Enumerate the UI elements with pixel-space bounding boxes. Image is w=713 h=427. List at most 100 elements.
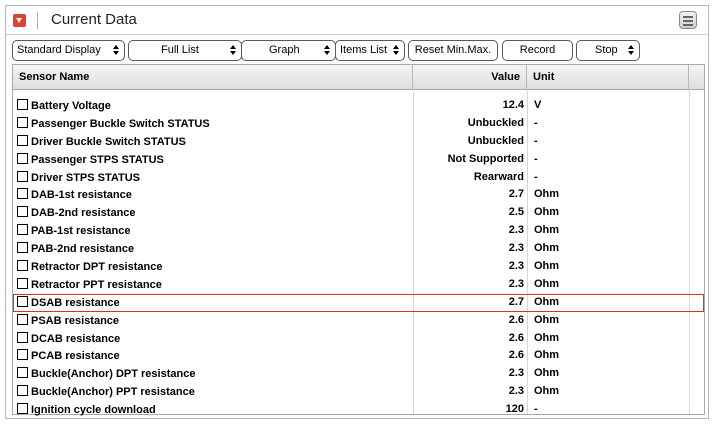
unit-cell: - — [534, 116, 538, 129]
sensor-name-cell: DCAB resistance — [17, 331, 121, 345]
row-checkbox[interactable] — [17, 349, 28, 361]
sensor-name-cell: Passenger Buckle Switch STATUS — [17, 116, 210, 130]
stop-label: Stop — [595, 44, 618, 56]
updown-arrow-icon — [113, 45, 119, 56]
titlebar: Current Data — [6, 6, 708, 35]
unit-cell: Ohm — [534, 260, 560, 273]
table-row[interactable]: Passenger STPS STATUS Not Supported - — [13, 151, 704, 169]
sensor-name-cell: PAB-2nd resistance — [17, 242, 134, 255]
sensor-name: Buckle(Anchor) PPT resistance — [31, 386, 195, 399]
table-row[interactable]: PAB-2nd resistance 2.3 Ohm — [13, 240, 704, 258]
row-checkbox[interactable] — [17, 403, 28, 415]
table-row[interactable]: Battery Voltage 12.4 V — [13, 97, 704, 115]
unit-cell: Ohm — [534, 206, 560, 219]
table-row[interactable]: Buckle(Anchor) DPT resistance 2.3 Ohm — [13, 365, 704, 383]
table-row[interactable]: DAB-2nd resistance 2.5 Ohm — [13, 204, 704, 222]
table-row[interactable]: DAB-1st resistance 2.7 Ohm — [13, 186, 704, 204]
sensor-name: Retractor PPT resistance — [31, 278, 162, 291]
row-checkbox[interactable] — [17, 242, 28, 254]
header-value[interactable]: Value — [413, 65, 527, 89]
sensor-name-cell: PSAB resistance — [17, 313, 120, 327]
graph-select[interactable]: Graph — [241, 40, 336, 61]
row-checkbox[interactable] — [17, 188, 28, 200]
row-checkbox[interactable] — [17, 385, 28, 397]
sensor-name: DSAB resistance — [31, 296, 120, 309]
title-separator — [37, 12, 38, 29]
sensor-name-cell: PCAB resistance — [17, 349, 120, 362]
sensor-name-cell: Retractor DPT resistance — [17, 260, 162, 273]
row-checkbox[interactable] — [17, 367, 28, 379]
items-list-select[interactable]: Items List — [335, 40, 405, 61]
unit-cell: Ohm — [534, 331, 560, 344]
row-checkbox[interactable] — [17, 99, 28, 110]
record-button[interactable]: Record — [502, 40, 573, 61]
value-cell: 2.6 — [508, 349, 524, 362]
value-cell: Rearward — [473, 170, 524, 183]
sensor-name-cell: Battery Voltage — [17, 99, 111, 112]
table-row[interactable]: Passenger Buckle Switch STATUS Unbuckled - — [13, 115, 704, 133]
reset-min-max-label: Reset Min.Max. — [414, 44, 492, 56]
value-cell: 2.7 — [508, 295, 524, 308]
sensor-name: PSAB resistance — [31, 314, 120, 327]
sensor-name: Driver STPS STATUS — [31, 171, 141, 184]
menu-list-icon[interactable] — [679, 11, 697, 29]
table-row[interactable]: Driver STPS STATUS Rearward - — [13, 169, 704, 187]
collapse-arrow-icon[interactable] — [13, 14, 26, 27]
unit-cell: - — [534, 134, 538, 147]
value-cell: 2.3 — [508, 367, 524, 380]
sensor-name: DCAB resistance — [31, 332, 121, 345]
row-checkbox[interactable] — [17, 206, 28, 218]
row-checkbox[interactable] — [17, 313, 28, 325]
unit-cell: Ohm — [534, 349, 560, 362]
value-cell: 12.4 — [502, 99, 524, 111]
standard-display-select[interactable]: Standard Display — [12, 40, 125, 61]
full-list-label: Full List — [161, 44, 199, 56]
table-row[interactable]: DSAB resistance 2.7 Ohm — [13, 293, 704, 312]
row-checkbox[interactable] — [17, 134, 28, 146]
value-cell: 120 — [505, 403, 524, 416]
row-checkbox[interactable] — [17, 277, 28, 289]
row-checkbox[interactable] — [17, 152, 28, 164]
updown-arrow-icon — [628, 45, 634, 56]
table-row[interactable]: PSAB resistance 2.6 Ohm — [13, 312, 704, 330]
sensor-name: Passenger STPS STATUS — [31, 153, 164, 166]
sensor-name-cell: DSAB resistance — [17, 295, 120, 309]
sensor-name-cell: Driver STPS STATUS — [17, 170, 141, 184]
stop-select[interactable]: Stop — [576, 40, 640, 61]
table-row[interactable]: Driver Buckle Switch STATUS Unbuckled - — [13, 133, 704, 151]
table-row[interactable]: Ignition cycle download 120- — [13, 401, 704, 419]
header-sensor-name[interactable]: Sensor Name — [13, 65, 413, 89]
sensor-name-cell: Buckle(Anchor) DPT resistance — [17, 367, 195, 380]
table-row[interactable]: DCAB resistance 2.6 Ohm — [13, 330, 704, 348]
table-row[interactable]: Retractor DPT resistance 2.3 Ohm — [13, 258, 704, 276]
unit-cell: Ohm — [534, 295, 560, 308]
row-checkbox[interactable] — [17, 116, 28, 128]
full-list-select[interactable]: Full List — [128, 40, 242, 61]
table-row[interactable]: PAB-1st resistance 2.3 Ohm — [13, 222, 704, 240]
unit-cell: - — [534, 152, 538, 165]
sensor-data-grid: Sensor Name Value Unit Battery Voltage 12… — [12, 64, 705, 416]
window-title: Current Data — [51, 11, 137, 28]
unit-cell: Ohm — [534, 313, 560, 326]
table-row[interactable]: PCAB resistance 2.6 Ohm — [13, 347, 704, 365]
row-checkbox[interactable] — [17, 170, 28, 182]
row-checkbox[interactable] — [17, 224, 28, 236]
table-row[interactable]: Retractor PPT resistance 2.3 Ohm — [13, 276, 704, 294]
sensor-name: PCAB resistance — [31, 350, 120, 363]
row-checkbox[interactable] — [17, 260, 28, 272]
value-cell: 2.3 — [508, 224, 524, 237]
unit-cell: Ohm — [534, 277, 560, 290]
row-checkbox[interactable] — [17, 331, 28, 343]
value-cell: 2.3 — [508, 385, 524, 398]
unit-cell: Ohm — [534, 224, 560, 237]
sensor-name: Battery Voltage — [31, 100, 111, 112]
sensor-name-cell: Passenger STPS STATUS — [17, 152, 164, 166]
reset-min-max-button[interactable]: Reset Min.Max. — [408, 40, 498, 61]
toolbar: Standard Display Full List Graph Items L… — [6, 36, 708, 66]
sensor-name: DAB-1st resistance — [31, 189, 132, 202]
row-checkbox[interactable] — [17, 295, 28, 307]
value-cell: 2.5 — [508, 206, 524, 219]
table-row[interactable]: Buckle(Anchor) PPT resistance 2.3 Ohm — [13, 383, 704, 401]
value-cell: 2.3 — [508, 277, 524, 290]
header-unit[interactable]: Unit — [527, 65, 689, 89]
